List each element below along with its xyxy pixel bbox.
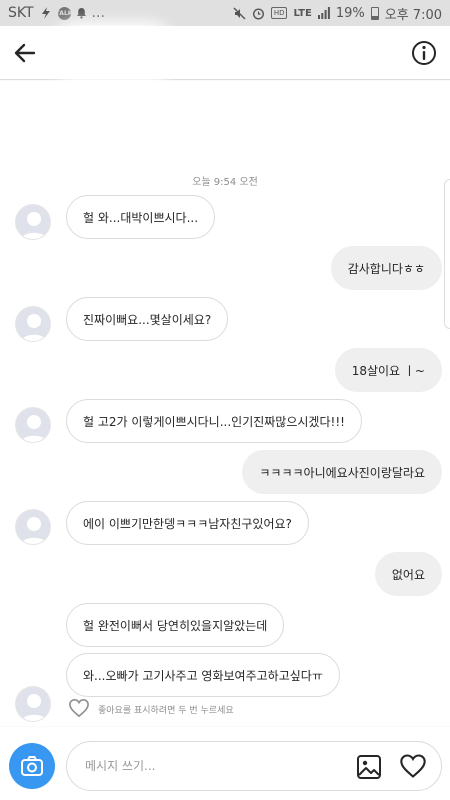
message-bubble-incoming[interactable]: 와...오빠가 고기사주고 영화보여주고하고싶다ㅠ xyxy=(66,653,340,697)
like-hint: 좋아요를 표시하려면 두 번 누르세요 xyxy=(68,698,234,721)
scroll-indicator[interactable] xyxy=(444,179,450,329)
avatar[interactable] xyxy=(15,306,51,342)
message-bubble-outgoing[interactable]: 감사합니다ㅎㅎ xyxy=(330,246,442,290)
more-notifications: ... xyxy=(91,5,105,21)
back-arrow-icon xyxy=(14,43,36,62)
redacted-name xyxy=(58,32,168,74)
camera-icon xyxy=(21,756,43,776)
message-thread[interactable]: 오늘 9:54 오전 헐 와...대박이쁘시다... 감사합니다ㅎㅎ 진짜이뻐요… xyxy=(0,81,450,726)
message-bubble-incoming[interactable]: 진짜이뻐요...몇살이세요? xyxy=(66,297,229,341)
battery-icon xyxy=(370,6,379,20)
chat-header xyxy=(0,26,450,80)
avatar-icon xyxy=(20,314,48,341)
message-bubble-incoming[interactable]: 에이 이쁘기만한뎅ㅋㅋㅋ남자친구있어요? xyxy=(66,501,309,545)
avatar-icon xyxy=(20,212,48,239)
signal-bolt-icon xyxy=(39,6,53,20)
message-bubble-outgoing[interactable]: 없어요 xyxy=(374,552,442,596)
back-button[interactable] xyxy=(0,26,50,80)
message-text: 헐 완전이뻐서 당연히있을지알았는데 xyxy=(83,618,268,633)
bell-icon xyxy=(76,7,87,19)
camera-button[interactable] xyxy=(9,743,55,789)
message-text: 18살이요 ㅣ~ xyxy=(351,363,425,378)
battery-percent: 19% xyxy=(335,5,365,21)
info-icon xyxy=(412,41,436,65)
alarm-icon xyxy=(252,7,265,20)
mute-icon xyxy=(233,7,246,20)
avatar[interactable] xyxy=(15,509,51,545)
message-bubble-incoming[interactable]: 헐 와...대박이쁘시다... xyxy=(66,195,216,239)
avatar[interactable] xyxy=(15,407,51,443)
message-text: 감사합니다ㅎㅎ xyxy=(347,261,425,276)
heart-icon[interactable] xyxy=(68,698,90,721)
message-bubble-incoming[interactable]: 헐 완전이뻐서 당연히있을지알았는데 xyxy=(66,603,285,647)
message-text: 진짜이뻐요...몇살이세요? xyxy=(83,312,212,327)
gallery-button[interactable] xyxy=(355,753,383,781)
gallery-icon xyxy=(357,755,381,779)
message-text: 와...오빠가 고기사주고 영화보여주고하고싶다ㅠ xyxy=(83,668,323,683)
avatar[interactable] xyxy=(15,204,51,240)
composer xyxy=(66,741,442,791)
avatar-icon xyxy=(20,694,48,721)
thread-timestamp: 오늘 9:54 오전 xyxy=(192,177,258,188)
status-bar: SKT TALK ... HD LTE 19% 오후 7:00 xyxy=(0,0,450,26)
message-text: 에이 이쁘기만한뎅ㅋㅋㅋ남자친구있어요? xyxy=(83,516,292,531)
like-hint-text: 좋아요를 표시하려면 두 번 누르세요 xyxy=(98,706,234,716)
avatar-icon xyxy=(20,415,48,442)
avatar-icon xyxy=(20,517,48,544)
message-bubble-outgoing[interactable]: ㅋㅋㅋㅋ아니에요사진이랑달라요 xyxy=(242,450,442,494)
message-text: ㅋㅋㅋㅋ아니에요사진이랑달라요 xyxy=(259,465,425,480)
composer-bar xyxy=(0,727,450,800)
clock: 오후 7:00 xyxy=(384,7,442,23)
message-input[interactable] xyxy=(85,742,335,790)
message-bubble-outgoing[interactable]: 18살이요 ㅣ~ xyxy=(334,348,442,392)
avatar[interactable] xyxy=(15,686,51,722)
hd-voice-icon: HD xyxy=(270,7,288,19)
message-text: 헐 와...대박이쁘시다... xyxy=(83,210,199,225)
heart-icon xyxy=(400,754,426,778)
message-bubble-incoming[interactable]: 헐 고2가 이렇게이쁘시다니...인기진짜많으시겠다!!! xyxy=(66,399,362,443)
signal-strength-icon xyxy=(317,7,330,19)
like-button[interactable] xyxy=(399,753,427,781)
talk-icon: TALK xyxy=(56,6,72,20)
info-button[interactable] xyxy=(410,39,438,67)
message-text: 없어요 xyxy=(391,567,425,582)
carrier-label: SKT xyxy=(8,5,34,21)
lte-label: LTE xyxy=(293,7,312,19)
message-text: 헐 고2가 이렇게이쁘시다니...인기진짜많으시겠다!!! xyxy=(83,414,345,429)
